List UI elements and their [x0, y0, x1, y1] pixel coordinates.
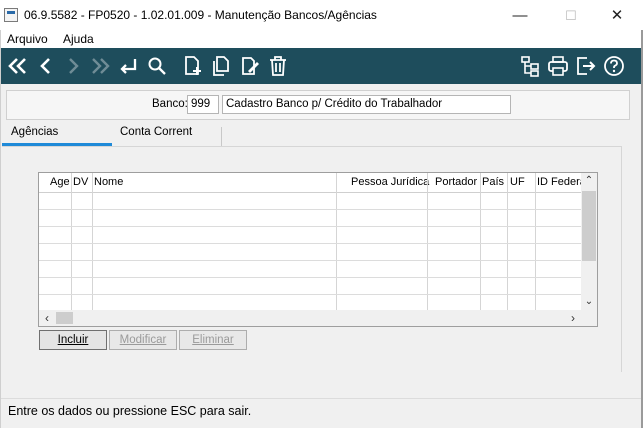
- hierarchy-icon[interactable]: [518, 54, 542, 78]
- status-message: Entre os dados ou pressione ESC para sai…: [8, 404, 252, 418]
- delete-icon[interactable]: [266, 54, 290, 78]
- tab-divider: [221, 127, 222, 147]
- title-bar: 06.9.5582 - FP0520 - 1.02.01.009 - Manut…: [0, 0, 643, 30]
- table-row: [39, 277, 582, 278]
- window-title: 06.9.5582 - FP0520 - 1.02.01.009 - Manut…: [24, 8, 377, 22]
- column-header[interactable]: UF: [510, 176, 534, 188]
- column-header[interactable]: Nome: [94, 176, 294, 188]
- close-button[interactable]: ✕: [597, 4, 637, 28]
- scroll-right-icon[interactable]: ›: [565, 310, 581, 326]
- window-border-left: [0, 30, 1, 428]
- search-icon[interactable]: [145, 54, 169, 78]
- column-divider: [535, 173, 536, 310]
- table-row: [39, 294, 582, 295]
- menu-arquivo[interactable]: Arquivo: [7, 32, 48, 46]
- column-header[interactable]: Pessoa Jurídica: [351, 176, 439, 188]
- modificar-button[interactable]: Modificar: [109, 330, 177, 350]
- maximize-button[interactable]: ☐: [551, 4, 591, 28]
- bank-label: Banco:: [152, 98, 188, 110]
- edit-record-icon[interactable]: [238, 54, 262, 78]
- column-header[interactable]: Age: [50, 176, 72, 188]
- column-divider: [336, 173, 337, 310]
- table-row: [39, 260, 582, 261]
- bank-code-field[interactable]: 999: [187, 95, 219, 114]
- minimize-button[interactable]: —: [500, 4, 540, 28]
- grid-header: Age DV Nome Pessoa Jurídica Portador Paí…: [39, 173, 582, 193]
- incluir-label: Incluir: [57, 334, 89, 346]
- incluir-button[interactable]: Incluir: [39, 330, 107, 350]
- column-divider: [92, 173, 93, 310]
- help-icon[interactable]: [602, 54, 626, 78]
- last-record-icon[interactable]: [88, 54, 112, 78]
- scroll-down-icon[interactable]: ⌄: [581, 294, 597, 310]
- vertical-scroll-thumb[interactable]: [582, 191, 596, 261]
- new-record-icon[interactable]: [181, 54, 205, 78]
- horizontal-scrollbar[interactable]: ‹ ›: [39, 310, 582, 326]
- next-record-icon[interactable]: [61, 54, 85, 78]
- status-bar: Entre os dados ou pressione ESC para sai…: [0, 398, 643, 425]
- print-icon[interactable]: [546, 54, 570, 78]
- previous-record-icon[interactable]: [34, 54, 58, 78]
- column-header[interactable]: ID Federa: [537, 176, 582, 188]
- column-header[interactable]: País: [482, 176, 508, 188]
- vertical-scrollbar[interactable]: ⌃ ⌄: [581, 173, 597, 310]
- table-row: [39, 226, 582, 227]
- copy-record-icon[interactable]: [209, 54, 233, 78]
- first-record-icon[interactable]: [6, 54, 30, 78]
- scroll-left-icon[interactable]: ‹: [39, 310, 55, 326]
- tab-conta-corrente[interactable]: Conta Corrent: [120, 126, 192, 146]
- app-icon: [4, 8, 18, 22]
- column-divider: [480, 173, 481, 310]
- table-row: [39, 243, 582, 244]
- scroll-up-icon[interactable]: ⌃: [581, 173, 597, 189]
- column-header[interactable]: DV: [73, 176, 93, 188]
- agencies-grid[interactable]: Age DV Nome Pessoa Jurídica Portador Paí…: [38, 172, 598, 327]
- column-divider: [507, 173, 508, 310]
- return-icon[interactable]: [116, 54, 140, 78]
- eliminar-button[interactable]: Eliminar: [179, 330, 247, 350]
- bank-name-field[interactable]: Cadastro Banco p/ Crédito do Trabalhador: [222, 95, 511, 114]
- column-divider: [427, 173, 428, 310]
- toolbar: [0, 48, 641, 84]
- eliminar-label: Eliminar: [192, 334, 234, 346]
- modificar-label: Modificar: [119, 334, 167, 346]
- table-row: [39, 209, 582, 210]
- scrollbar-corner: [582, 310, 597, 326]
- column-divider: [71, 173, 72, 310]
- horizontal-scroll-thumb[interactable]: [56, 312, 73, 324]
- menu-bar: Arquivo Ajuda: [0, 30, 643, 48]
- menu-ajuda[interactable]: Ajuda: [63, 32, 94, 46]
- column-header[interactable]: Portador: [435, 176, 481, 188]
- exit-icon[interactable]: [574, 54, 598, 78]
